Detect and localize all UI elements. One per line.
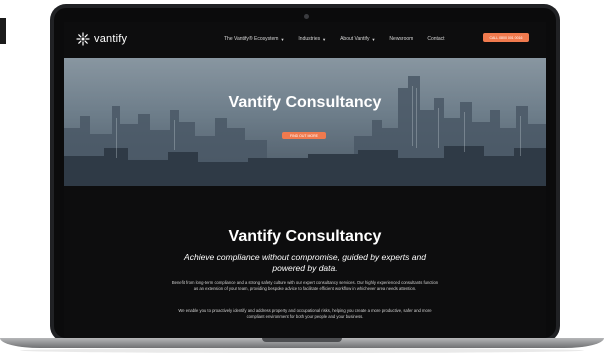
nav-item-label: About Vantify [340,36,370,42]
laptop-shadow [20,348,584,353]
brand-name: vantify [94,33,128,45]
vantify-logo-icon [76,32,90,46]
chevron-down-icon: ▼ [322,36,327,42]
chevron-down-icon: ▼ [280,36,285,42]
chevron-down-icon: ▼ [371,36,376,42]
brand-logo[interactable]: vantify [76,32,127,46]
nav-item-label: Industries [298,36,321,42]
nav-item-label: Contact [427,36,445,42]
risk-paragraph: We enable you to proactively identify an… [178,308,432,319]
city-skyline-image [64,58,546,186]
section-subtitle: Achieve compliance without compromise, g… [184,252,426,273]
nav-item-about[interactable]: About Vantify ▼ [340,36,375,42]
nav-item-industries[interactable]: Industries ▼ [298,36,326,42]
hero-banner: Vantify Consultancy FIND OUT MORE [64,58,546,186]
call-button[interactable]: CALL 0800 001 0016 [483,33,529,42]
laptop-base-notch [262,338,342,342]
corner-mark [0,18,6,44]
nav-item-contact[interactable]: Contact [427,36,444,42]
site-navbar: vantify The Vantify® Ecosystem ▼ Industr… [64,22,546,56]
nav-item-label: The Vantify® Ecosystem [224,36,279,42]
laptop-mockup: vantify The Vantify® Ecosystem ▼ Industr… [0,0,604,355]
nav-item-ecosystem[interactable]: The Vantify® Ecosystem ▼ [224,36,284,42]
nav-item-label: Newsroom [389,36,414,42]
webcam-icon [304,14,309,19]
nav-item-newsroom[interactable]: Newsroom [389,36,413,42]
laptop-screen: vantify The Vantify® Ecosystem ▼ Industr… [64,22,546,340]
hero-title: Vantify Consultancy [228,94,382,111]
section-title: Vantify Consultancy [228,228,382,245]
intro-paragraph: Benefit from long-term compliance and a … [171,280,439,291]
nav-links: The Vantify® Ecosystem ▼ Industries ▼ Ab… [224,22,459,56]
find-out-more-button[interactable]: FIND OUT MORE [282,132,326,139]
